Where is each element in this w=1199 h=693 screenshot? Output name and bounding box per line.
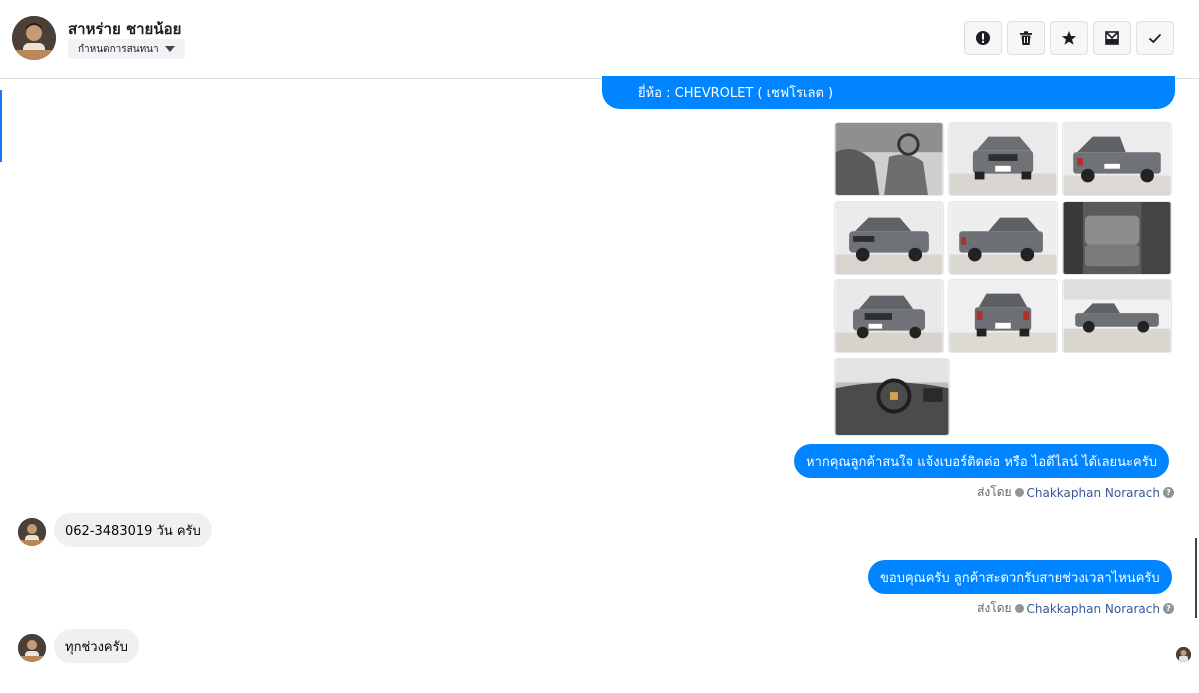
truck-side-image (1063, 280, 1171, 352)
car-photo[interactable] (834, 279, 944, 353)
delete-button[interactable] (1007, 21, 1045, 55)
label-select[interactable]: กำหนดการสนทนา (68, 39, 185, 59)
conversation-header: สาหร่าย ชายน้อย กำหนดการสนทนา (0, 0, 1199, 79)
seen-avatar (1176, 647, 1191, 662)
car-photo[interactable] (1062, 122, 1172, 196)
message-text: ทุกช่วงครับ (65, 639, 128, 655)
help-icon[interactable]: ? (1163, 603, 1174, 614)
car-photo[interactable] (948, 279, 1058, 353)
car-photo[interactable] (834, 201, 944, 275)
scrollbar-thumb[interactable] (1195, 538, 1197, 618)
action-toolbar (964, 21, 1174, 55)
car-photo[interactable] (1062, 201, 1172, 275)
sent-by-label: ส่งโดย (977, 485, 1012, 499)
report-button[interactable] (964, 21, 1002, 55)
truck-tailgate-image (949, 280, 1057, 352)
outgoing-message[interactable]: ขอบคุณครับ ลูกค้าสะดวกรับสายช่วงเวลาไหนค… (868, 560, 1172, 594)
message-text: ขอบคุณครับ ลูกค้าสะดวกรับสายช่วงเวลาไหนค… (880, 570, 1160, 586)
outgoing-message[interactable]: ยี่ห้อ : CHEVROLET ( เชฟโรเลต ) (602, 76, 1175, 109)
car-photo[interactable] (834, 358, 950, 436)
mark-unread-button[interactable] (1093, 21, 1131, 55)
car-interior-image (835, 123, 943, 195)
car-photo[interactable] (948, 122, 1058, 196)
truck-rear-image (1063, 123, 1171, 195)
alert-circle-icon (976, 31, 990, 45)
car-photo[interactable] (1062, 279, 1172, 353)
trash-icon (1020, 31, 1032, 45)
selection-indicator (0, 90, 2, 162)
check-icon (1148, 33, 1162, 44)
sent-by-line: ส่งโดย Chakkaphan Norarach ? (977, 599, 1174, 618)
truck-front-image (949, 123, 1057, 195)
contact-avatar-small[interactable] (18, 518, 46, 546)
contact-avatar[interactable] (12, 16, 56, 60)
message-text: 062-3483019 วัน ครับ (65, 523, 201, 539)
star-icon (1061, 31, 1077, 45)
message-text: หากคุณลูกค้าสนใจ แจ้งเบอร์ติดต่อ หรือ ไอ… (806, 454, 1157, 470)
car-photo[interactable] (834, 122, 944, 196)
contact-avatar-small[interactable] (18, 634, 46, 662)
dashboard-image (835, 359, 949, 435)
conversation-page: สาหร่าย ชายน้อย กำหนดการสนทนา ยี่ห้อ: C… (0, 0, 1199, 693)
sender-name[interactable]: Chakkaphan Norarach (1027, 602, 1160, 616)
sender-name[interactable]: Chakkaphan Norarach (1027, 486, 1160, 500)
mark-done-button[interactable] (1136, 21, 1174, 55)
rear-seat-image (1063, 202, 1171, 274)
label-select-text: กำหนดการสนทนา (78, 43, 159, 55)
car-photo[interactable] (948, 201, 1058, 275)
caret-down-icon (164, 46, 175, 52)
outgoing-message[interactable]: หากคุณลูกค้าสนใจ แจ้งเบอร์ติดต่อ หรือ ไอ… (794, 444, 1169, 478)
mail-icon (1105, 31, 1119, 45)
verified-icon (1014, 604, 1024, 613)
incoming-message[interactable]: ทุกช่วงครับ (54, 629, 139, 663)
incoming-message[interactable]: 062-3483019 วัน ครับ (54, 513, 212, 547)
truck-front-angle-image (835, 202, 943, 274)
star-button[interactable] (1050, 21, 1088, 55)
truck-front-low-image (835, 280, 943, 352)
message-text: ยี่ห้อ : CHEVROLET ( เชฟโรเลต ) (638, 86, 834, 101)
sent-by-label: ส่งโดย (977, 601, 1012, 615)
help-icon[interactable]: ? (1163, 487, 1174, 498)
sent-by-line: ส่งโดย Chakkaphan Norarach ? (977, 483, 1174, 502)
verified-icon (1014, 488, 1024, 497)
truck-rear-angle-image (949, 202, 1057, 274)
contact-name: สาหร่าย ชายน้อย (68, 20, 182, 38)
